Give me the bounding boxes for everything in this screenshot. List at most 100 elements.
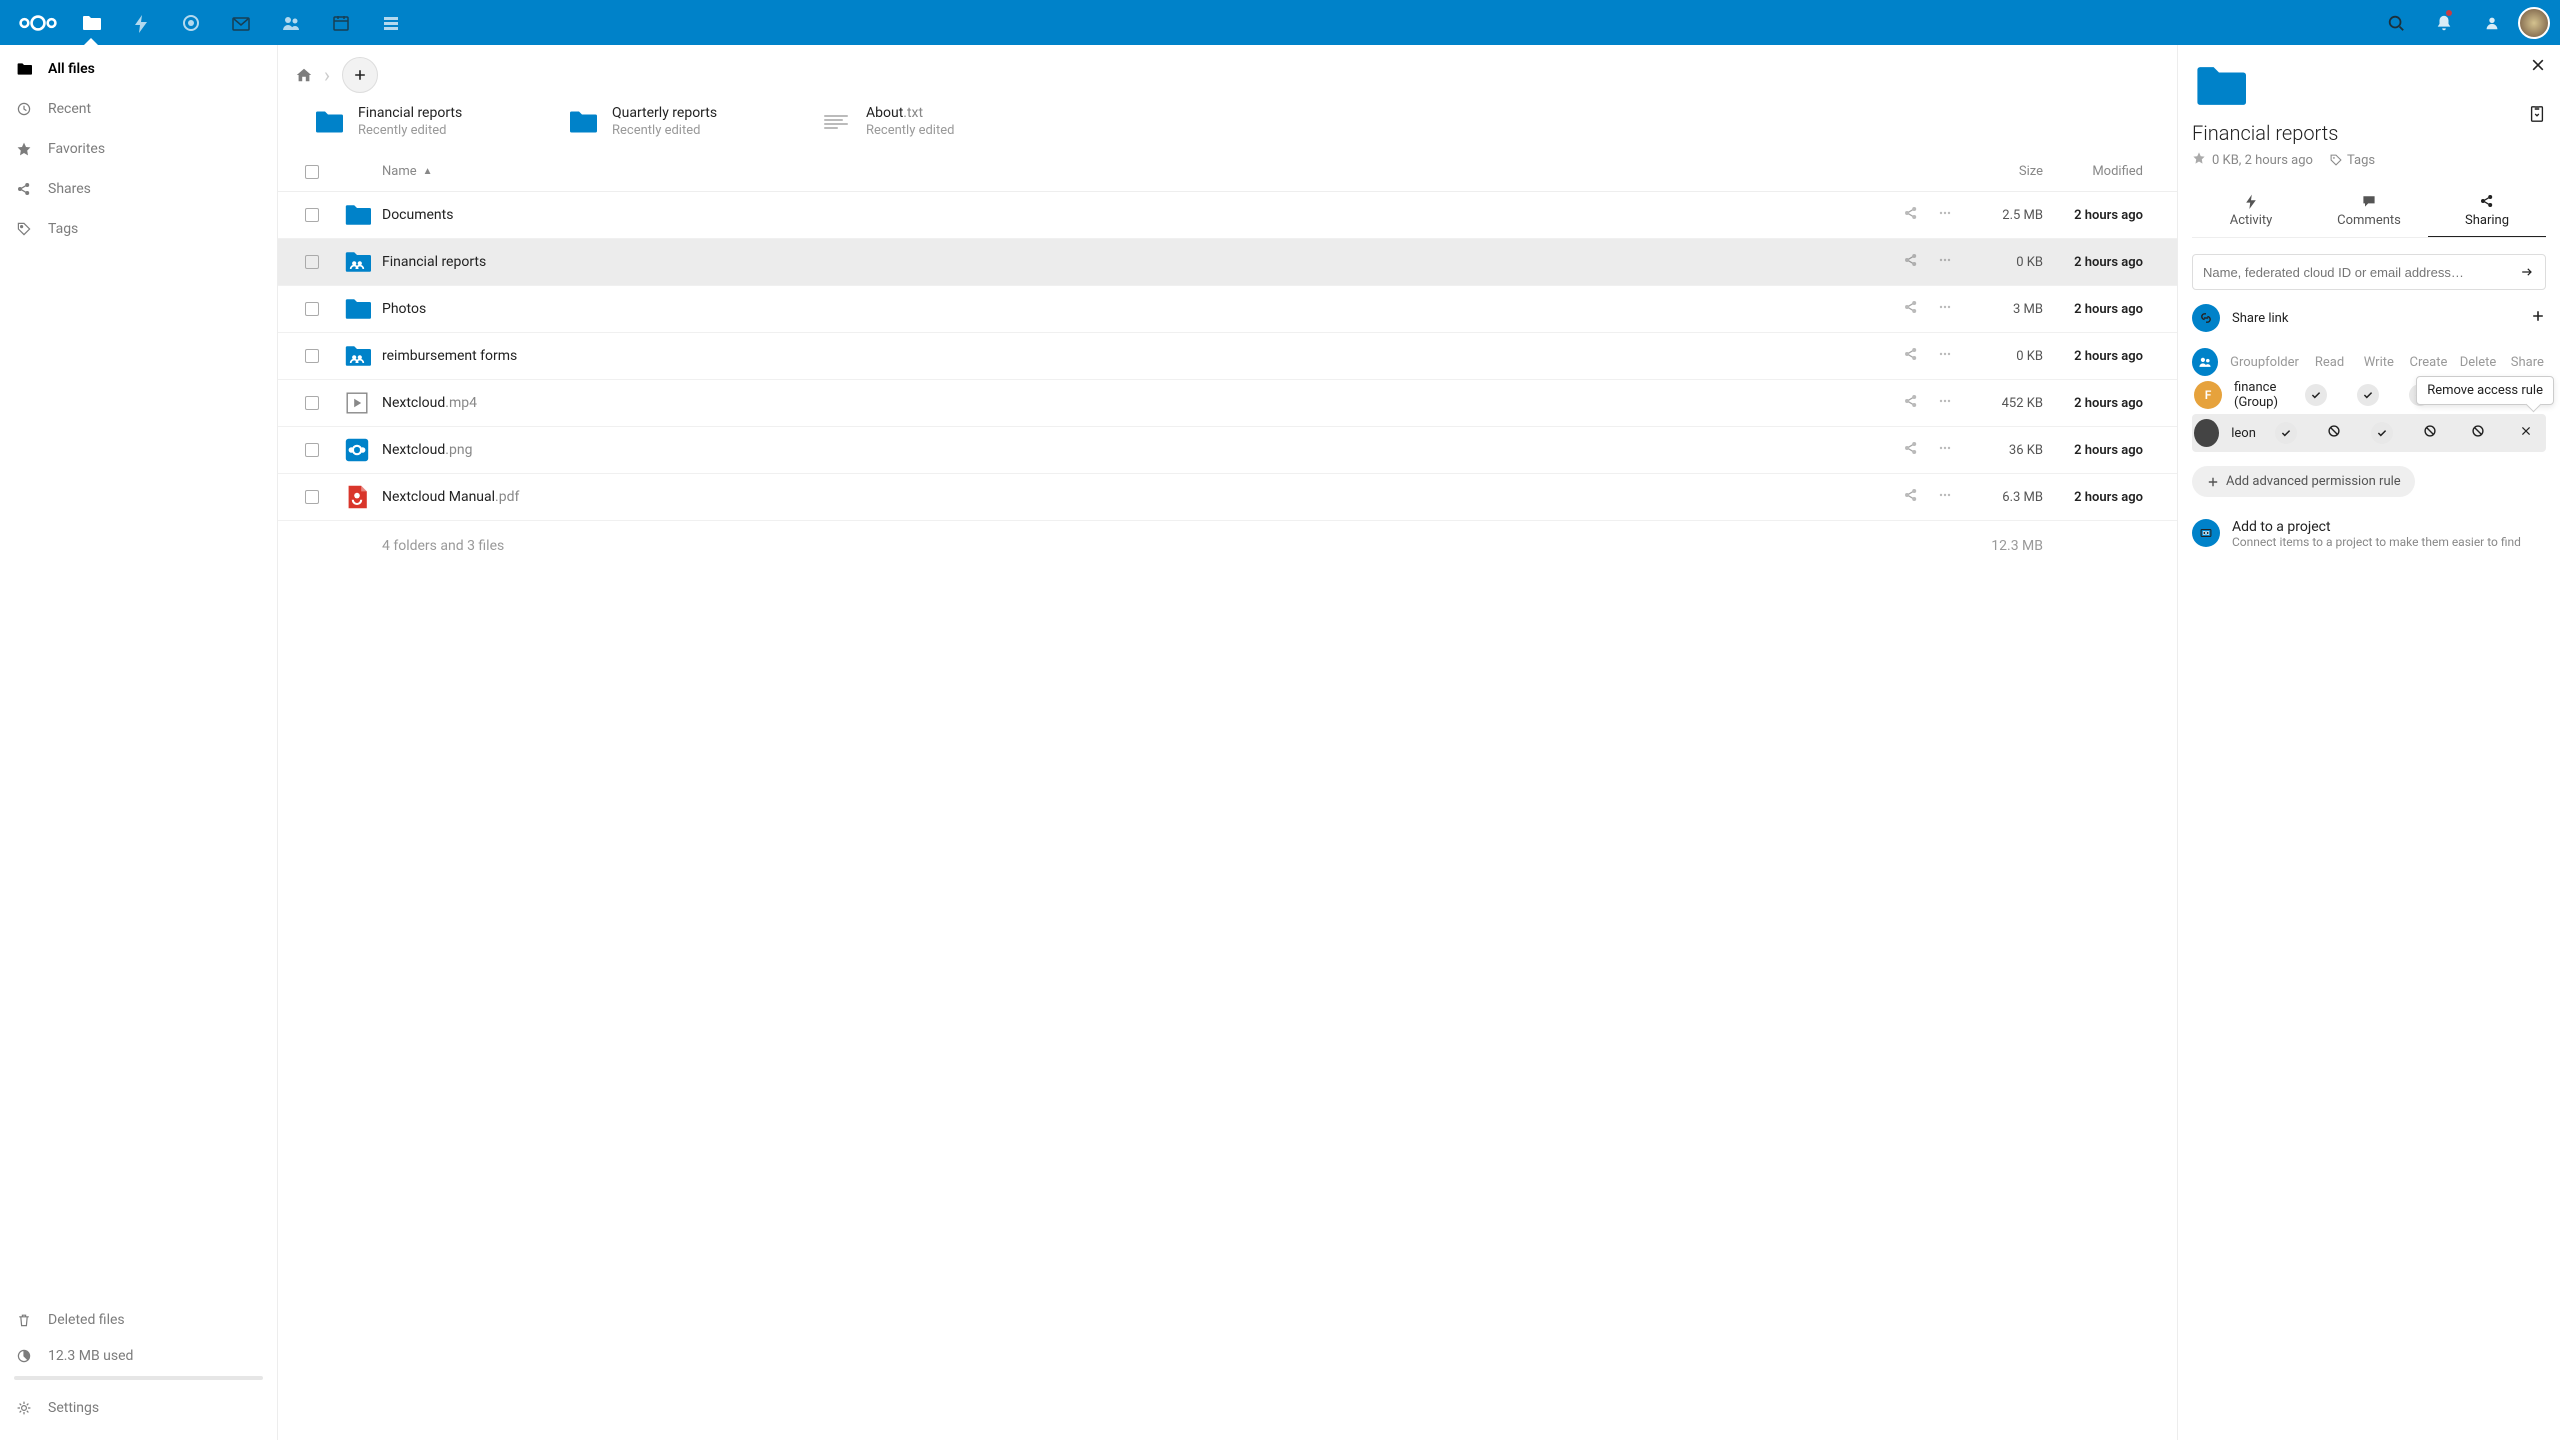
logo[interactable] bbox=[10, 13, 66, 33]
row-checkbox[interactable] bbox=[292, 443, 332, 457]
create-share-link[interactable] bbox=[2530, 308, 2546, 328]
perm-write-deny[interactable] bbox=[2316, 424, 2352, 442]
close-panel-button[interactable] bbox=[2530, 57, 2546, 77]
add-to-project[interactable]: Add to a project Connect items to a proj… bbox=[2192, 519, 2546, 549]
file-row[interactable]: reimbursement forms 0 KB 2 hours ago bbox=[278, 333, 2177, 380]
app-activity[interactable] bbox=[116, 0, 166, 45]
file-name: reimbursement forms bbox=[382, 348, 1853, 364]
gear-icon bbox=[14, 1398, 34, 1418]
file-name: Nextcloud.mp4 bbox=[382, 395, 1853, 411]
row-checkbox[interactable] bbox=[292, 490, 332, 504]
nav-label: Deleted files bbox=[48, 1312, 125, 1328]
app-mail[interactable] bbox=[216, 0, 266, 45]
remove-rule-button[interactable] bbox=[2508, 425, 2544, 441]
share-action[interactable] bbox=[1903, 393, 1919, 413]
recent-name: Quarterly reports bbox=[612, 105, 717, 121]
nav-label: Favorites bbox=[48, 141, 105, 157]
recent-item[interactable]: Quarterly reports Recently edited bbox=[566, 105, 766, 138]
file-size: 2.5 MB bbox=[1953, 208, 2043, 223]
tags-button[interactable]: Tags bbox=[2329, 153, 2375, 168]
user-avatar[interactable] bbox=[2518, 7, 2550, 39]
nav-favorites[interactable]: Favorites bbox=[0, 129, 277, 169]
perm-write[interactable] bbox=[2348, 384, 2388, 406]
favorite-toggle[interactable] bbox=[2192, 151, 2206, 169]
app-deck[interactable] bbox=[366, 0, 416, 45]
col-size-header[interactable]: Size bbox=[1953, 164, 2043, 179]
more-action[interactable] bbox=[1937, 487, 1953, 507]
file-row[interactable]: Nextcloud.mp4 452 KB 2 hours ago bbox=[278, 380, 2177, 427]
clock-icon bbox=[14, 99, 34, 119]
share-action[interactable] bbox=[1903, 346, 1919, 366]
file-row[interactable]: Documents 2.5 MB 2 hours ago bbox=[278, 192, 2177, 239]
nav-tags[interactable]: Tags bbox=[0, 209, 277, 249]
row-checkbox[interactable] bbox=[292, 349, 332, 363]
row-checkbox[interactable] bbox=[292, 255, 332, 269]
share-search-input[interactable] bbox=[2203, 265, 2519, 280]
perm-share-deny[interactable] bbox=[2460, 424, 2496, 442]
more-action[interactable] bbox=[1937, 252, 1953, 272]
app-files[interactable] bbox=[66, 0, 116, 45]
app-contacts[interactable] bbox=[266, 0, 316, 45]
app-talk[interactable] bbox=[166, 0, 216, 45]
breadcrumb-home[interactable] bbox=[292, 63, 316, 87]
row-checkbox[interactable] bbox=[292, 396, 332, 410]
row-checkbox[interactable] bbox=[292, 208, 332, 222]
avatar-leon bbox=[2194, 419, 2219, 447]
nav-deleted[interactable]: Deleted files bbox=[14, 1302, 263, 1338]
file-row[interactable]: Photos 3 MB 2 hours ago bbox=[278, 286, 2177, 333]
perm-read[interactable] bbox=[2296, 384, 2336, 406]
row-actions bbox=[1853, 205, 1953, 225]
col-name-header[interactable]: Name▲ bbox=[382, 164, 1853, 179]
add-permission-rule-button[interactable]: Add advanced permission rule bbox=[2192, 466, 2415, 497]
perm-create[interactable] bbox=[2364, 422, 2400, 444]
nav-shares[interactable]: Shares bbox=[0, 169, 277, 209]
recent-subtitle: Recently edited bbox=[866, 123, 954, 138]
recent-item[interactable]: About.txt Recently edited bbox=[820, 105, 1020, 138]
tab-comments[interactable]: Comments bbox=[2310, 185, 2428, 237]
perm-read[interactable] bbox=[2268, 422, 2304, 444]
more-action[interactable] bbox=[1937, 205, 1953, 225]
share-action[interactable] bbox=[1903, 252, 1919, 272]
file-row[interactable]: Financial reports 0 KB 2 hours ago bbox=[278, 239, 2177, 286]
file-modified: 2 hours ago bbox=[2043, 208, 2163, 223]
col-modified-header[interactable]: Modified bbox=[2043, 164, 2163, 179]
app-calendar[interactable] bbox=[316, 0, 366, 45]
col-read: Read bbox=[2311, 355, 2348, 370]
nav-all-files[interactable]: All files bbox=[0, 49, 277, 89]
header-search[interactable] bbox=[2374, 0, 2418, 45]
pdf-icon bbox=[332, 483, 382, 511]
share-action[interactable] bbox=[1903, 205, 1919, 225]
more-action[interactable] bbox=[1937, 440, 1953, 460]
share-action[interactable] bbox=[1903, 487, 1919, 507]
file-row[interactable]: Nextcloud Manual.pdf 6.3 MB 2 hours ago bbox=[278, 474, 2177, 521]
nav-label: Recent bbox=[48, 101, 91, 117]
perm-entry-name: finance (Group) bbox=[2234, 380, 2284, 410]
project-title: Add to a project bbox=[2232, 519, 2521, 535]
new-button[interactable] bbox=[342, 57, 378, 93]
recent-item[interactable]: Financial reports Recently edited bbox=[312, 105, 512, 138]
more-action[interactable] bbox=[1937, 299, 1953, 319]
tab-sharing[interactable]: Sharing bbox=[2428, 185, 2546, 237]
quota-label: 12.3 MB used bbox=[48, 1348, 133, 1364]
more-action[interactable] bbox=[1937, 393, 1953, 413]
recent-subtitle: Recently edited bbox=[612, 123, 717, 138]
row-actions bbox=[1853, 252, 1953, 272]
link-icon bbox=[2192, 304, 2220, 332]
select-all[interactable] bbox=[292, 165, 332, 179]
more-action[interactable] bbox=[1937, 346, 1953, 366]
clipboard-button[interactable] bbox=[2528, 105, 2546, 127]
share-action[interactable] bbox=[1903, 299, 1919, 319]
share-action[interactable] bbox=[1903, 440, 1919, 460]
nav-recent[interactable]: Recent bbox=[0, 89, 277, 129]
nav-settings[interactable]: Settings bbox=[14, 1390, 263, 1426]
row-checkbox[interactable] bbox=[292, 302, 332, 316]
share-icon bbox=[14, 179, 34, 199]
tab-activity[interactable]: Activity bbox=[2192, 185, 2310, 237]
perm-delete-deny[interactable] bbox=[2412, 424, 2448, 442]
header-contacts-menu[interactable] bbox=[2470, 0, 2514, 45]
share-search[interactable] bbox=[2192, 254, 2546, 290]
detail-tabs: Activity Comments Sharing bbox=[2192, 185, 2546, 238]
folder-icon bbox=[312, 106, 344, 138]
file-row[interactable]: Nextcloud.png 36 KB 2 hours ago bbox=[278, 427, 2177, 474]
header-notifications[interactable] bbox=[2422, 0, 2466, 45]
